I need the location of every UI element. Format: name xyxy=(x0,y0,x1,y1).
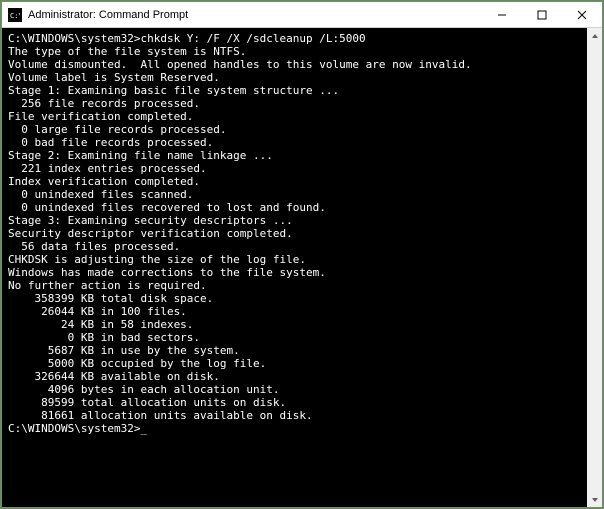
output-line: 5000 KB occupied by the log file. xyxy=(8,357,581,370)
scrollbar-track[interactable] xyxy=(587,43,602,492)
command-prompt-window: C:\ Administrator: Command Prompt C:\WIN… xyxy=(1,1,603,508)
output-line: 4096 bytes in each allocation unit. xyxy=(8,383,581,396)
output-line: File verification completed. xyxy=(8,110,581,123)
maximize-button[interactable] xyxy=(522,2,562,27)
output-line: No further action is required. xyxy=(8,279,581,292)
output-line: Security descriptor verification complet… xyxy=(8,227,581,240)
output-line: 0 unindexed files scanned. xyxy=(8,188,581,201)
prompt: C:\WINDOWS\system32> xyxy=(8,422,140,435)
output-line: C:\WINDOWS\system32>chkdsk Y: /F /X /sdc… xyxy=(8,32,581,45)
output-line: 56 data files processed. xyxy=(8,240,581,253)
output-line: 5687 KB in use by the system. xyxy=(8,344,581,357)
output-line: 81661 allocation units available on disk… xyxy=(8,409,581,422)
output-line: CHKDSK is adjusting the size of the log … xyxy=(8,253,581,266)
output-line: 0 large file records processed. xyxy=(8,123,581,136)
output-line: 221 index entries processed. xyxy=(8,162,581,175)
output-line: Stage 3: Examining security descriptors … xyxy=(8,214,581,227)
close-button[interactable] xyxy=(562,2,602,27)
output-line: Index verification completed. xyxy=(8,175,581,188)
console-output[interactable]: C:\WINDOWS\system32>chkdsk Y: /F /X /sdc… xyxy=(2,28,587,507)
output-line: The type of the file system is NTFS. xyxy=(8,45,581,58)
scroll-up-button[interactable] xyxy=(587,28,602,43)
titlebar[interactable]: C:\ Administrator: Command Prompt xyxy=(2,2,602,28)
output-line: 256 file records processed. xyxy=(8,97,581,110)
output-line: 0 unindexed files recovered to lost and … xyxy=(8,201,581,214)
output-line: 26044 KB in 100 files. xyxy=(8,305,581,318)
output-line: 24 KB in 58 indexes. xyxy=(8,318,581,331)
window-title: Administrator: Command Prompt xyxy=(28,9,482,21)
output-line: 89599 total allocation units on disk. xyxy=(8,396,581,409)
console-area: C:\WINDOWS\system32>chkdsk Y: /F /X /sdc… xyxy=(2,28,602,507)
vertical-scrollbar[interactable] xyxy=(587,28,602,507)
output-line: Windows has made corrections to the file… xyxy=(8,266,581,279)
cmd-icon: C:\ xyxy=(8,8,22,22)
svg-text:C:\: C:\ xyxy=(10,12,20,19)
output-line: Stage 1: Examining basic file system str… xyxy=(8,84,581,97)
output-line: Volume dismounted. All opened handles to… xyxy=(8,58,581,71)
output-line: Stage 2: Examining file name linkage ... xyxy=(8,149,581,162)
output-line: 0 KB in bad sectors. xyxy=(8,331,581,344)
minimize-button[interactable] xyxy=(482,2,522,27)
output-line: 358399 KB total disk space. xyxy=(8,292,581,305)
output-line: Volume label is System Reserved. xyxy=(8,71,581,84)
output-line: 326644 KB available on disk. xyxy=(8,370,581,383)
cursor[interactable]: _ xyxy=(140,422,147,435)
scroll-down-button[interactable] xyxy=(587,492,602,507)
output-line: 0 bad file records processed. xyxy=(8,136,581,149)
window-controls xyxy=(482,2,602,27)
